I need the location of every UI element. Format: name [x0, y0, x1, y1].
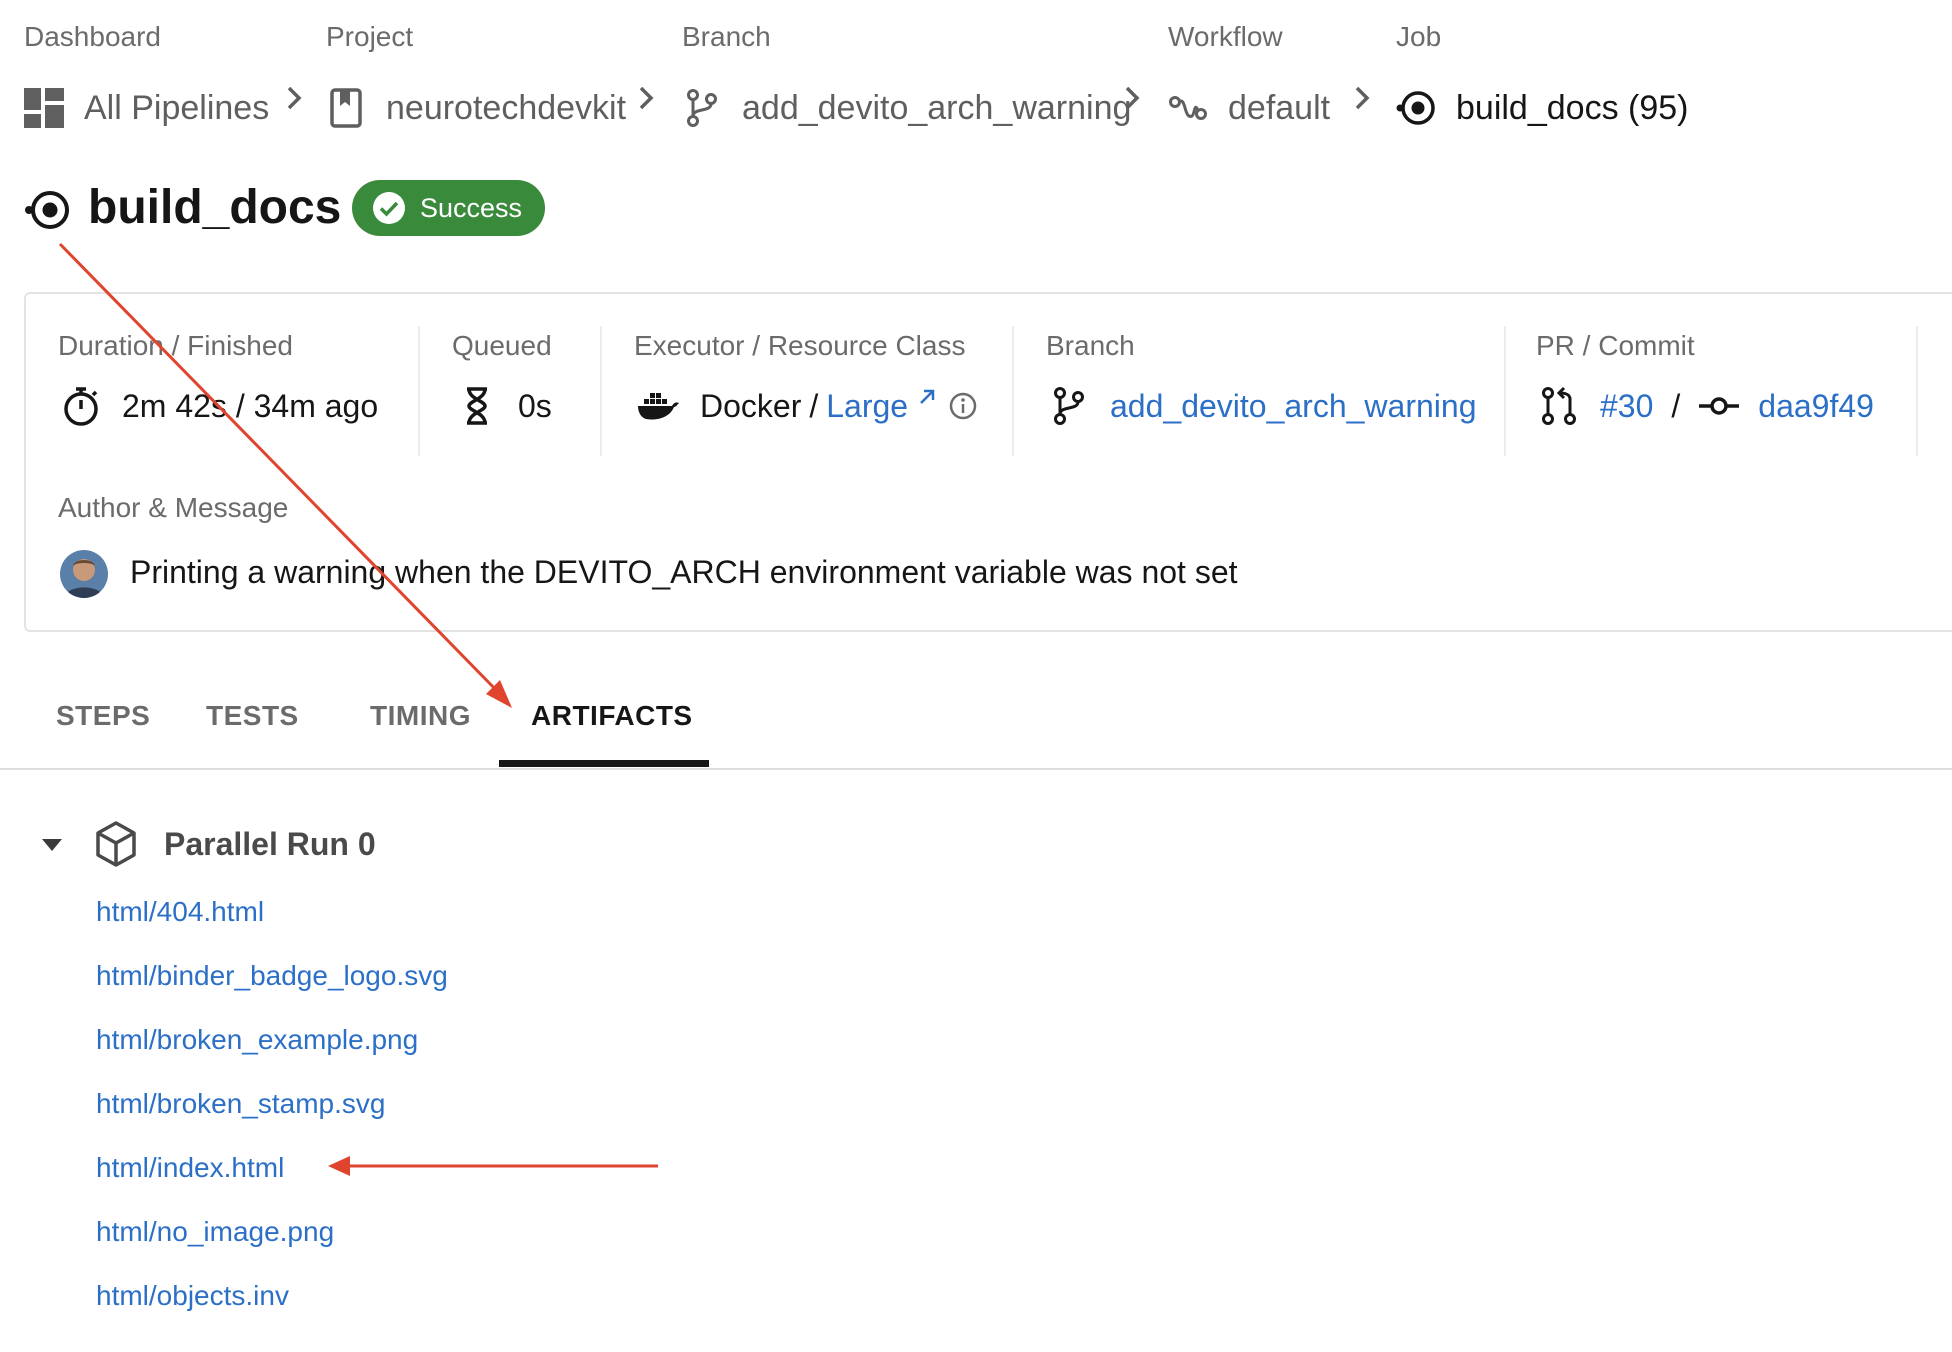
- list-item: html/404.html: [96, 894, 448, 958]
- branch-label: Branch: [1046, 330, 1135, 361]
- chevron-right-icon: [1355, 86, 1370, 110]
- artifact-link[interactable]: html/objects.inv: [96, 1280, 289, 1311]
- queued-value: 0s: [456, 382, 552, 430]
- breadcrumb-link-workflow[interactable]: default: [1168, 82, 1330, 134]
- breadcrumb-label: Project: [326, 21, 414, 52]
- commit-icon: [1698, 385, 1740, 427]
- arrowhead: [486, 680, 512, 708]
- chevron-right-icon: [287, 86, 302, 110]
- breadcrumb-value: neurotechdevkit: [386, 88, 627, 127]
- breadcrumb-link-branch[interactable]: add_devito_arch_warning: [682, 82, 1131, 134]
- breadcrumb-project: Project neurotechdevkit: [326, 18, 626, 134]
- pr-commit-value: #30 / daa9f49: [1538, 382, 1874, 430]
- parallel-run-title[interactable]: Parallel Run 0: [164, 824, 376, 864]
- list-item: html/no_image.png: [96, 1214, 448, 1278]
- status-badge: Success: [352, 180, 545, 236]
- tab-tests[interactable]: TESTS: [206, 698, 299, 734]
- list-item: html/objects.inv: [96, 1278, 448, 1342]
- executor-label: Executor / Resource Class: [634, 330, 966, 361]
- pull-request-icon: [1538, 385, 1580, 427]
- dashboard-grid-icon: [24, 88, 64, 128]
- artifact-link[interactable]: html/index.html: [96, 1152, 284, 1183]
- artifact-link[interactable]: html/broken_example.png: [96, 1024, 418, 1055]
- breadcrumb-value: All Pipelines: [84, 88, 270, 127]
- breadcrumb-dashboard: Dashboard All Pipelines: [24, 18, 269, 134]
- separator: /: [1671, 387, 1681, 424]
- duration-label: Duration / Finished: [58, 330, 294, 361]
- artifact-link[interactable]: html/broken_stamp.svg: [96, 1088, 385, 1119]
- breadcrumb-label: Branch: [682, 21, 771, 52]
- branch-value: add_devito_arch_warning: [1048, 382, 1476, 430]
- job-icon: [1396, 88, 1436, 128]
- package-icon: [96, 821, 136, 867]
- bookmark-icon: [326, 88, 366, 128]
- breadcrumb-link-all-pipelines[interactable]: All Pipelines: [24, 82, 269, 134]
- divider: [1504, 326, 1506, 456]
- chevron-right-icon: [1125, 86, 1140, 110]
- branch-icon: [1048, 385, 1090, 427]
- artifact-link[interactable]: html/no_image.png: [96, 1216, 334, 1247]
- commit-link[interactable]: daa9f49: [1758, 388, 1874, 425]
- separator: /: [809, 387, 819, 424]
- duration-text: 2m 42s / 34m ago: [122, 387, 379, 424]
- avatar: [60, 550, 108, 598]
- author-message-label: Author & Message: [58, 492, 289, 523]
- breadcrumb-value: add_devito_arch_warning: [742, 88, 1132, 127]
- artifact-link[interactable]: html/404.html: [96, 896, 264, 927]
- breadcrumb-workflow: Workflow default: [1168, 18, 1330, 134]
- status-text: Success: [420, 192, 523, 223]
- divider: [600, 326, 602, 456]
- breadcrumb-label: Job: [1396, 21, 1442, 52]
- breadcrumb-value: default: [1228, 88, 1331, 127]
- tab-steps[interactable]: STEPS: [56, 698, 150, 734]
- tab-timing[interactable]: TIMING: [370, 698, 471, 734]
- resource-class-link[interactable]: Large: [826, 388, 908, 425]
- check-circle-icon: [373, 192, 405, 224]
- breadcrumb-label: Workflow: [1168, 21, 1283, 52]
- active-tab-indicator: [499, 760, 709, 767]
- executor-text: Docker: [700, 387, 802, 424]
- job-info-card: Duration / Finished 2m 42s / 34m ago Que…: [24, 292, 1952, 632]
- list-item: html/binder_badge_logo.svg: [96, 958, 448, 1022]
- queued-label: Queued: [452, 330, 552, 361]
- duration-value: 2m 42s / 34m ago: [60, 382, 378, 430]
- executor-value: Docker / Large: [636, 382, 978, 430]
- pr-link[interactable]: #30: [1600, 388, 1653, 425]
- breadcrumb-label: Dashboard: [24, 21, 161, 52]
- job-icon: [25, 191, 69, 229]
- divider: [1012, 326, 1014, 456]
- commit-message: Printing a warning when the DEVITO_ARCH …: [130, 553, 1238, 590]
- breadcrumb-branch: Branch add_devito_arch_warning: [682, 18, 1131, 134]
- breadcrumb-current-job: build_docs (95): [1396, 82, 1688, 134]
- external-link-icon[interactable]: [916, 386, 938, 408]
- divider: [418, 326, 420, 456]
- docker-icon: [636, 385, 680, 427]
- breadcrumb-value: build_docs (95): [1456, 88, 1689, 127]
- breadcrumb-link-project[interactable]: neurotechdevkit: [326, 82, 626, 134]
- workflow-icon: [1168, 88, 1208, 128]
- artifact-list: html/404.html html/binder_badge_logo.svg…: [96, 894, 448, 1342]
- list-item: html/broken_example.png: [96, 1022, 448, 1086]
- branch-link[interactable]: add_devito_arch_warning: [1110, 388, 1476, 425]
- pr-commit-label: PR / Commit: [1536, 330, 1695, 361]
- caret-down-icon[interactable]: [40, 836, 64, 854]
- hourglass-icon: [456, 385, 498, 427]
- page-title: build_docs: [88, 181, 342, 234]
- breadcrumb-job: Job build_docs (95): [1396, 18, 1688, 134]
- branch-icon: [682, 88, 722, 128]
- chevron-right-icon: [639, 86, 654, 110]
- list-item: html/broken_stamp.svg: [96, 1086, 448, 1150]
- queued-text: 0s: [518, 387, 552, 424]
- tab-divider: [0, 768, 1952, 770]
- info-icon[interactable]: [948, 391, 978, 421]
- divider: [1916, 326, 1918, 456]
- tab-artifacts[interactable]: ARTIFACTS: [531, 698, 693, 734]
- stopwatch-icon: [60, 385, 102, 427]
- artifact-link[interactable]: html/binder_badge_logo.svg: [96, 960, 448, 991]
- list-item: html/index.html: [96, 1150, 448, 1214]
